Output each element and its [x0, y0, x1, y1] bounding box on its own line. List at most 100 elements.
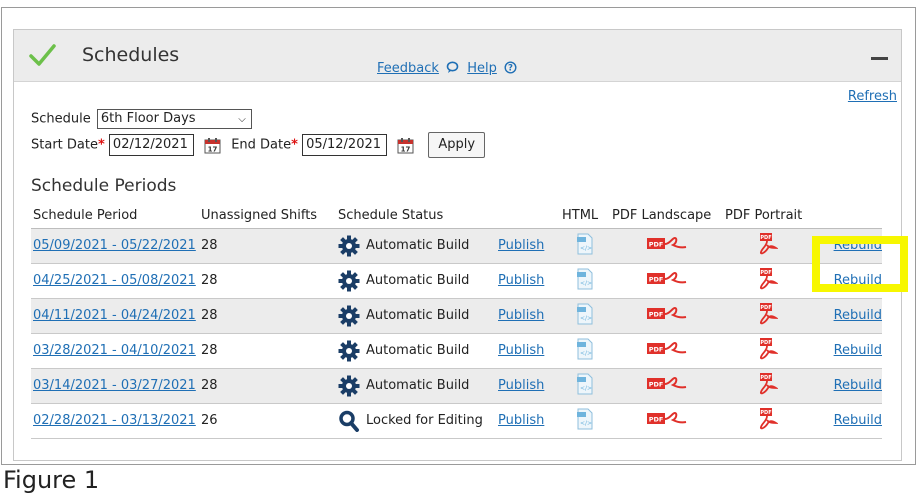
calendar-icon[interactable]: 17: [397, 137, 414, 154]
figure-caption: Figure 1: [3, 466, 100, 494]
rebuild-link[interactable]: Rebuild: [834, 378, 882, 393]
table-row: 03/28/2021 - 04/10/2021 28 Automatic Build…: [31, 333, 882, 369]
schedule-row: Schedule 6th Floor Days ⌵: [31, 109, 252, 129]
status-cell: Locked for Editing: [336, 403, 496, 439]
html-file-icon[interactable]: </>: [576, 268, 594, 290]
publish-link[interactable]: Publish: [498, 238, 544, 253]
col-publish: [496, 203, 560, 229]
help-circle-icon[interactable]: ?: [504, 61, 517, 74]
date-row: Start Date* 02/12/2021 17 End Date* 05/1…: [31, 132, 486, 158]
status-label: Automatic Build: [366, 343, 470, 358]
svg-text:PDF: PDF: [648, 275, 663, 283]
period-link[interactable]: 04/11/2021 - 04/24/2021: [33, 308, 196, 323]
col-pdf-landscape: PDF Landscape: [610, 203, 723, 229]
html-file-icon[interactable]: </>: [576, 338, 594, 360]
svg-text:</>: </>: [580, 385, 592, 392]
pdf-landscape-cell: PDF: [610, 298, 723, 334]
status-cell: Automatic Build: [336, 228, 496, 264]
html-cell: </>: [560, 403, 610, 439]
rebuild-link[interactable]: Rebuild: [834, 413, 882, 428]
publish-link[interactable]: Publish: [498, 413, 544, 428]
refresh-link[interactable]: Refresh: [848, 89, 897, 104]
calendar-icon[interactable]: 17: [204, 137, 221, 154]
pdf-landscape-icon[interactable]: PDF: [646, 375, 688, 393]
pdf-landscape-cell: PDF: [610, 403, 723, 439]
help-link[interactable]: Help: [467, 61, 497, 76]
svg-text:PDF: PDF: [760, 235, 771, 241]
rebuild-link[interactable]: Rebuild: [834, 273, 882, 288]
status-cell: Automatic Build: [336, 333, 496, 369]
required-mark: *: [97, 137, 105, 153]
html-file-icon[interactable]: </>: [576, 233, 594, 255]
status-label: Locked for Editing: [366, 413, 483, 428]
period-cell: 04/11/2021 - 04/24/2021: [31, 298, 199, 334]
pdf-portrait-cell: PDF: [723, 368, 813, 404]
required-mark: *: [291, 137, 298, 153]
collapse-icon[interactable]: [869, 47, 889, 69]
period-link[interactable]: 05/09/2021 - 05/22/2021: [33, 238, 196, 253]
period-link[interactable]: 03/14/2021 - 03/27/2021: [33, 378, 196, 393]
pdf-landscape-icon[interactable]: PDF: [646, 235, 688, 253]
pdf-portrait-icon[interactable]: PDF: [758, 267, 779, 291]
rebuild-link[interactable]: Rebuild: [834, 308, 882, 323]
html-file-icon[interactable]: </>: [576, 408, 594, 430]
pdf-landscape-icon[interactable]: PDF: [646, 340, 688, 358]
schedule-label: Schedule: [31, 111, 91, 127]
pdf-portrait-icon[interactable]: PDF: [758, 372, 779, 396]
shifts-cell: 28: [199, 228, 336, 264]
gear-icon: [338, 305, 360, 326]
pdf-portrait-icon[interactable]: PDF: [758, 407, 779, 431]
col-html: HTML: [560, 203, 610, 229]
svg-text:</>: </>: [580, 315, 592, 322]
publish-cell: Publish: [496, 368, 560, 404]
pdf-portrait-icon[interactable]: PDF: [758, 337, 779, 361]
section-title: Schedule Periods: [31, 176, 177, 196]
start-date-input[interactable]: 02/12/2021: [108, 134, 194, 156]
svg-text:PDF: PDF: [760, 375, 771, 381]
help-links: Feedback Help ?: [377, 61, 521, 76]
pdf-landscape-icon[interactable]: PDF: [646, 305, 688, 323]
pdf-landscape-cell: PDF: [610, 368, 723, 404]
speech-bubble-icon[interactable]: [446, 61, 459, 74]
svg-text:</>: </>: [580, 350, 592, 357]
svg-text:</>: </>: [580, 420, 592, 427]
publish-link[interactable]: Publish: [498, 273, 544, 288]
publish-link[interactable]: Publish: [498, 343, 544, 358]
col-schedule-period: Schedule Period: [31, 203, 199, 229]
schedule-select[interactable]: 6th Floor Days ⌵: [96, 109, 252, 129]
pdf-portrait-icon[interactable]: PDF: [758, 232, 779, 256]
html-cell: </>: [560, 298, 610, 334]
period-link[interactable]: 02/28/2021 - 03/13/2021: [33, 413, 196, 428]
period-link[interactable]: 04/25/2021 - 05/08/2021: [33, 273, 196, 288]
apply-button[interactable]: Apply: [428, 132, 486, 158]
status-label: Automatic Build: [366, 308, 470, 323]
publish-link[interactable]: Publish: [498, 308, 544, 323]
rebuild-link[interactable]: Rebuild: [834, 343, 882, 358]
check-icon: [29, 44, 56, 66]
table-header-row: Schedule Period Unassigned Shifts Schedu…: [31, 203, 882, 229]
start-date-label: Start Date: [31, 137, 98, 153]
table-row: 04/25/2021 - 05/08/2021 28 Automatic Build…: [31, 263, 882, 299]
svg-text:PDF: PDF: [648, 380, 663, 388]
publish-cell: Publish: [496, 228, 560, 264]
pdf-landscape-icon[interactable]: PDF: [646, 410, 688, 428]
html-file-icon[interactable]: </>: [576, 303, 594, 325]
html-file-icon[interactable]: </>: [576, 373, 594, 395]
col-rebuild: [813, 203, 882, 229]
col-pdf-portrait: PDF Portrait: [723, 203, 813, 229]
gear-icon: [338, 235, 360, 256]
pdf-portrait-icon[interactable]: PDF: [758, 302, 779, 326]
end-date-input[interactable]: 05/12/2021: [302, 134, 388, 156]
period-cell: 04/25/2021 - 05/08/2021: [31, 263, 199, 299]
table-row: 03/14/2021 - 03/27/2021 28 Automatic Build…: [31, 368, 882, 404]
pdf-portrait-cell: PDF: [723, 403, 813, 439]
period-link[interactable]: 03/28/2021 - 04/10/2021: [33, 343, 196, 358]
rebuild-link[interactable]: Rebuild: [834, 238, 882, 253]
period-cell: 02/28/2021 - 03/13/2021: [31, 403, 199, 439]
chevron-down-icon: ⌵: [238, 114, 246, 125]
publish-link[interactable]: Publish: [498, 378, 544, 393]
feedback-link[interactable]: Feedback: [377, 61, 439, 76]
pdf-landscape-icon[interactable]: PDF: [646, 270, 688, 288]
publish-cell: Publish: [496, 403, 560, 439]
col-schedule-status: Schedule Status: [336, 203, 496, 229]
